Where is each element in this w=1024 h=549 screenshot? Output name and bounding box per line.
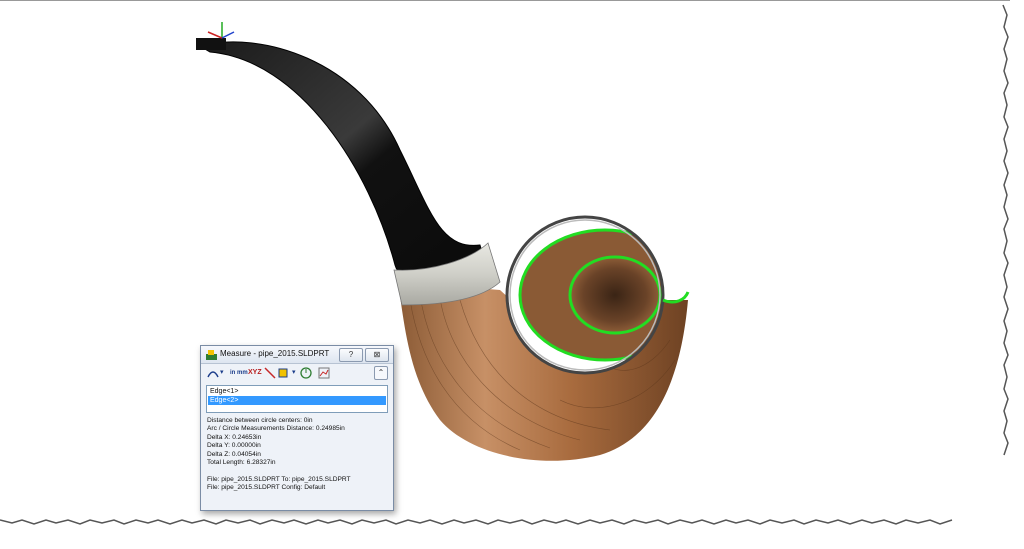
pipe-stem[interactable] bbox=[198, 41, 491, 284]
result-line: Delta Z: 0.04054in bbox=[207, 451, 261, 458]
result-line: Distance between circle centers: 0in bbox=[207, 417, 313, 424]
pipe-mouthpiece bbox=[196, 38, 226, 50]
torn-border-right bbox=[1002, 4, 1009, 456]
result-line: Total Length: 6.28327in bbox=[207, 459, 276, 466]
measure-icon bbox=[206, 350, 217, 360]
help-button[interactable]: ? bbox=[339, 348, 363, 362]
units-precision-button[interactable]: in mm bbox=[230, 366, 248, 380]
create-sensor-icon[interactable] bbox=[318, 366, 330, 380]
point-to-point-icon[interactable] bbox=[264, 366, 276, 380]
result-line: Delta X: 0.24653in bbox=[207, 434, 262, 441]
collapse-button[interactable]: ⌃ bbox=[374, 366, 388, 380]
coordinate-triad bbox=[207, 22, 235, 39]
list-item[interactable]: Edge<2> bbox=[208, 396, 386, 405]
dialog-titlebar[interactable]: Measure - pipe_2015.SLDPRT ? ⊠ bbox=[201, 346, 393, 364]
measure-dialog[interactable]: Measure - pipe_2015.SLDPRT ? ⊠ ▾ in mm X… bbox=[200, 345, 394, 511]
dialog-title: Measure - pipe_2015.SLDPRT bbox=[220, 349, 330, 358]
measure-toolbar: ▾ in mm XYZ ▾ ⌃ bbox=[204, 366, 388, 382]
selection-list[interactable]: Edge<1> Edge<2> bbox=[206, 385, 388, 413]
projection-icon[interactable] bbox=[278, 366, 290, 380]
file-line: File: pipe_2015.SLDPRT To: pipe_2015.SLD… bbox=[207, 476, 351, 483]
result-line: Delta Y: 0.00000in bbox=[207, 442, 261, 449]
torn-border-bottom bbox=[0, 519, 953, 525]
dropdown-arrow-icon[interactable]: ▾ bbox=[220, 366, 224, 380]
graphics-viewport[interactable] bbox=[0, 0, 1024, 549]
projection-dropdown-icon[interactable]: ▾ bbox=[292, 366, 296, 380]
arc-circle-options-icon[interactable] bbox=[206, 366, 220, 380]
history-icon[interactable] bbox=[300, 366, 312, 380]
file-line: File: pipe_2015.SLDPRT Config: Default bbox=[207, 484, 326, 491]
close-button[interactable]: ⊠ bbox=[365, 348, 389, 362]
xyz-measurements-button[interactable]: XYZ bbox=[248, 366, 262, 380]
list-item[interactable]: Edge<1> bbox=[208, 387, 386, 396]
result-line: Arc / Circle Measurements Distance: 0.24… bbox=[207, 425, 345, 432]
